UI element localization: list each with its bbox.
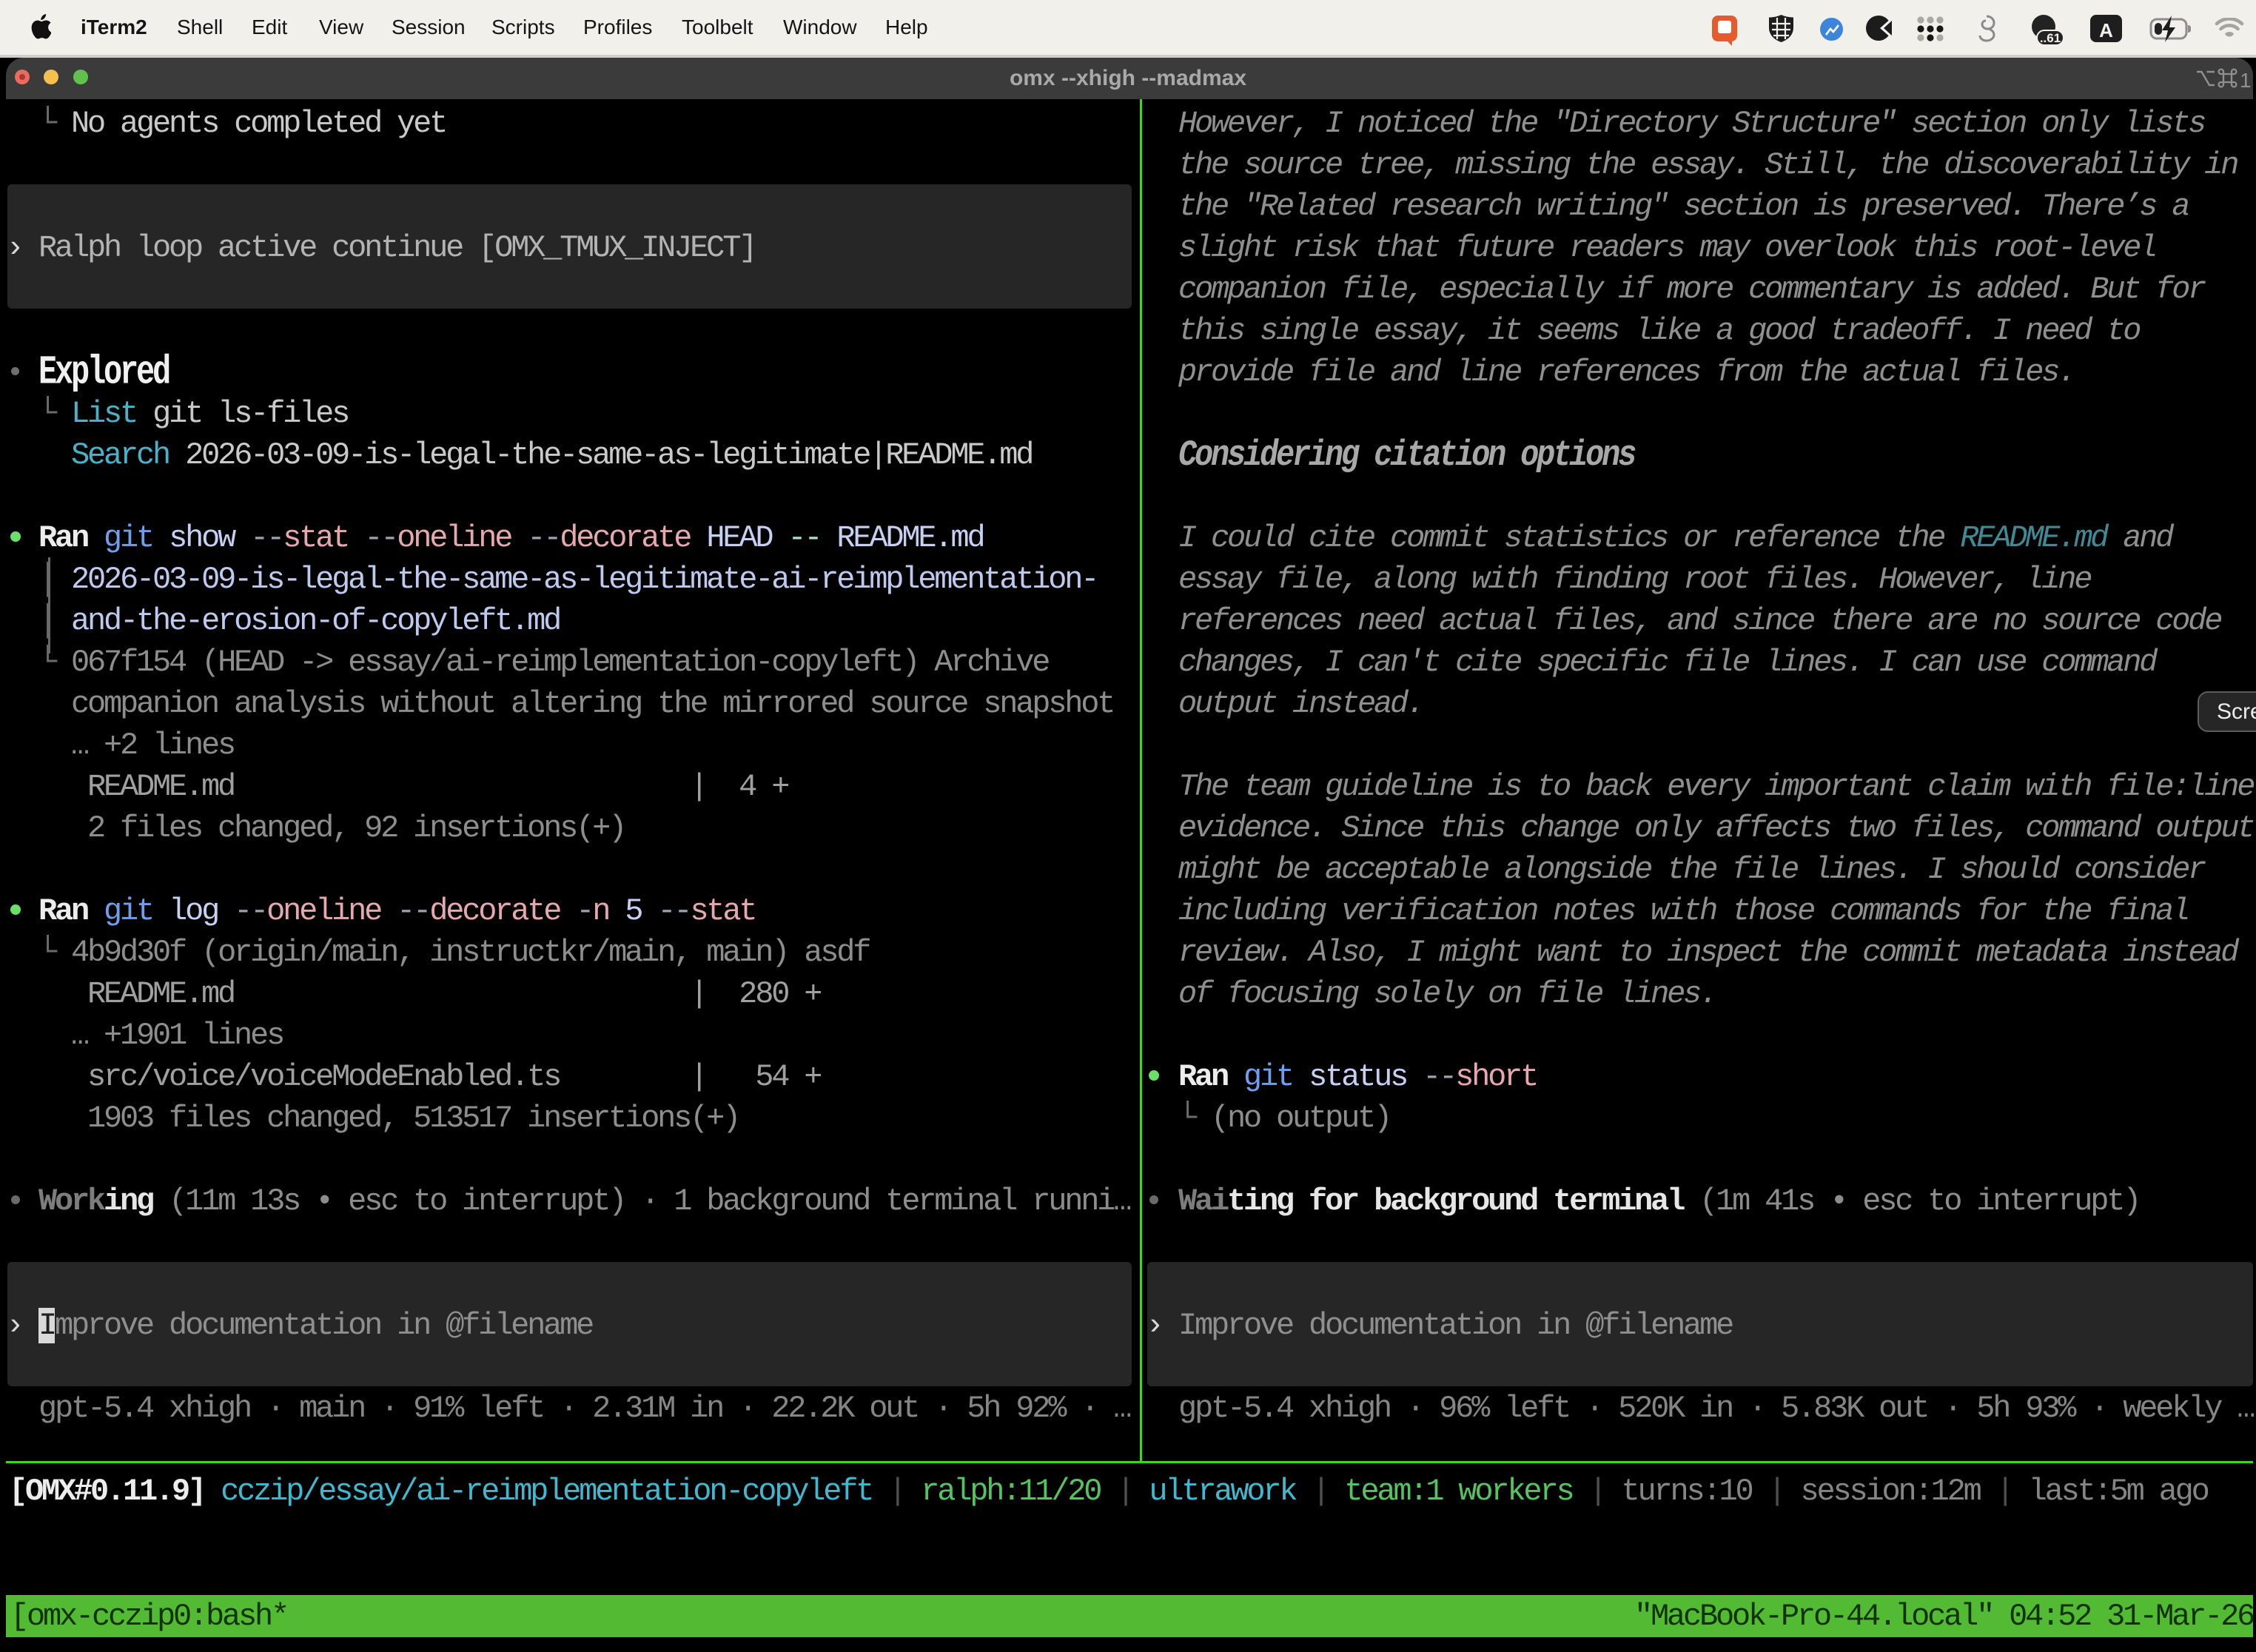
svg-text:..61: ..61 (2040, 31, 2061, 45)
